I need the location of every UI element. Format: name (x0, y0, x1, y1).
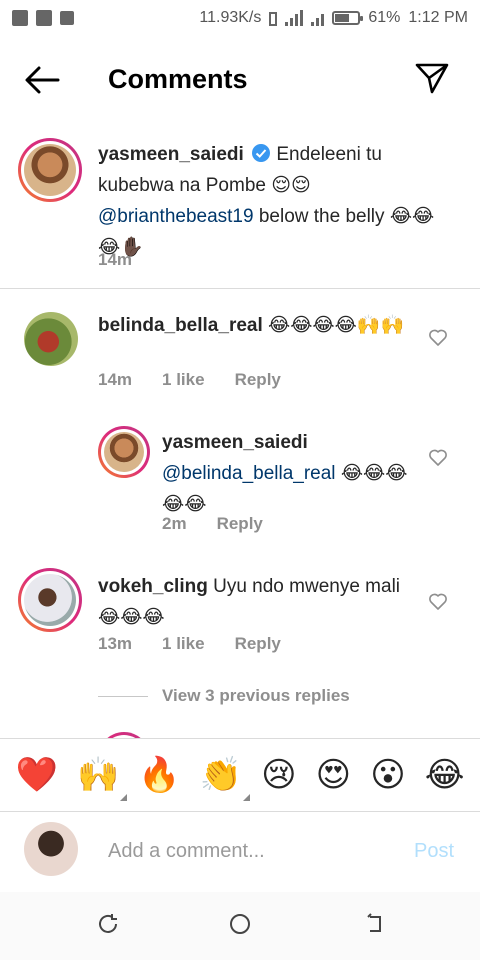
avatar-vokeh[interactable] (18, 568, 82, 632)
comment-emoji: 😂😂😂😂🙌🙌 (268, 314, 405, 336)
send-icon (415, 63, 449, 94)
reply-body: yasmeen_saiedi @belinda_bella_real 😂😂😂😂😂 (162, 428, 412, 520)
comment-meta: 13m 1 like Reply (98, 634, 281, 654)
emoji-raised-hands: 🙌 (76, 755, 120, 795)
vibrate-icon (269, 10, 278, 26)
emoji-raised-hands-button[interactable]: 🙌 (76, 755, 128, 801)
comment-time: 14m (98, 250, 133, 269)
like-heart-icon[interactable] (428, 448, 448, 468)
home-icon[interactable] (228, 912, 252, 936)
reply-meta: 2m Reply (162, 514, 263, 534)
comment-meta: 14m 1 like Reply (98, 370, 281, 390)
signal-icon-2 (311, 10, 325, 26)
avatar-yasmeen[interactable] (18, 138, 82, 202)
comment-body: belinda_bella_real 😂😂😂😂🙌🙌 (98, 310, 408, 341)
avatar-image (104, 432, 144, 472)
status-icons-left (12, 10, 74, 26)
mention-link[interactable]: @belinda_bella_real (162, 463, 336, 484)
avatar-yasmeen-reply[interactable] (98, 426, 150, 478)
like-heart-icon[interactable] (428, 328, 448, 348)
comment-time: 2m (162, 514, 187, 533)
header: Comments (0, 50, 480, 110)
comment-username[interactable]: vokeh_cling (98, 576, 208, 597)
comment-emoji: 😌😌 (271, 174, 311, 196)
comment-text: Uyu ndo mwenye mali (213, 576, 401, 597)
verified-badge-icon (252, 144, 271, 162)
caption-text: yasmeen_saiedi Endeleeni tu kubebwa na P… (98, 140, 438, 263)
share-button[interactable] (414, 60, 450, 96)
my-avatar (24, 822, 78, 876)
quick-emoji-bar: ❤️ 🙌 🔥 👏 😢 😍 😮 😂 (0, 738, 480, 812)
reply-button[interactable]: Reply (235, 370, 281, 390)
lock-icon (60, 11, 74, 25)
clock: 1:12 PM (408, 9, 468, 26)
emoji-laugh-button[interactable]: 😂 (425, 755, 465, 795)
emoji-clap-button[interactable]: 👏 (199, 755, 251, 801)
system-nav-bar (0, 892, 480, 960)
view-replies-button[interactable]: View 3 previous replies (98, 686, 350, 706)
back-button[interactable] (24, 65, 60, 95)
signal-icon-1 (285, 10, 304, 26)
emoji-wow-button[interactable]: 😮 (370, 755, 405, 795)
avatar-image (24, 574, 76, 626)
like-count[interactable]: 1 like (162, 370, 205, 390)
replies-line (98, 695, 148, 697)
mention-link[interactable]: @brianthebeast19 (98, 206, 254, 227)
emoji-cry-button[interactable]: 😢 (261, 755, 296, 795)
comment-list[interactable]: yasmeen_saiedi Endeleeni tu kubebwa na P… (0, 130, 480, 738)
arrow-left-icon (25, 66, 60, 94)
reply-button[interactable]: Reply (217, 514, 263, 534)
comment-username[interactable]: belinda_bella_real (98, 315, 263, 336)
add-comment-bar: Post (0, 812, 480, 892)
post-button[interactable]: Post (414, 840, 454, 863)
emoji-fire-button[interactable]: 🔥 (138, 755, 180, 795)
comment-time: 14m (98, 370, 133, 389)
like-heart-icon[interactable] (428, 592, 448, 612)
like-count[interactable]: 1 like (162, 634, 205, 654)
divider (0, 288, 480, 289)
comment-emoji: 😂😂😂 (98, 606, 165, 628)
gallery-icon (36, 10, 52, 26)
status-icons-right: 11.93K/s 61% 1:12 PM (199, 9, 468, 27)
comment-time: 13m (98, 634, 133, 653)
comment-text-2: below the belly (258, 206, 385, 227)
battery-icon (332, 11, 364, 25)
skin-tone-indicator (243, 794, 251, 801)
avatar-belinda[interactable] (24, 312, 78, 366)
recents-icon[interactable] (96, 912, 120, 936)
comment-username[interactable]: yasmeen_saiedi (162, 432, 308, 453)
emoji-heart-button[interactable]: ❤️ (16, 755, 58, 795)
skin-tone-indicator (120, 794, 128, 801)
reply-button[interactable]: Reply (235, 634, 281, 654)
avatar-image (24, 144, 76, 196)
back-nav-icon[interactable] (362, 912, 386, 936)
network-speed: 11.93K/s (199, 9, 262, 26)
page-title: Comments (108, 64, 248, 94)
battery-percent: 61% (368, 9, 401, 26)
comment-body: vokeh_cling Uyu ndo mwenye mali 😂😂😂 (98, 572, 408, 633)
comment-username[interactable]: yasmeen_saiedi (98, 144, 244, 165)
view-replies-label: View 3 previous replies (162, 686, 350, 705)
comment-input[interactable] (108, 834, 398, 868)
comment-meta: 14m (98, 250, 132, 270)
emoji-clap: 👏 (199, 755, 243, 795)
notification-icon (12, 10, 28, 26)
status-bar: 11.93K/s 61% 1:12 PM (0, 0, 480, 36)
emoji-heart-eyes-button[interactable]: 😍 (316, 755, 351, 795)
